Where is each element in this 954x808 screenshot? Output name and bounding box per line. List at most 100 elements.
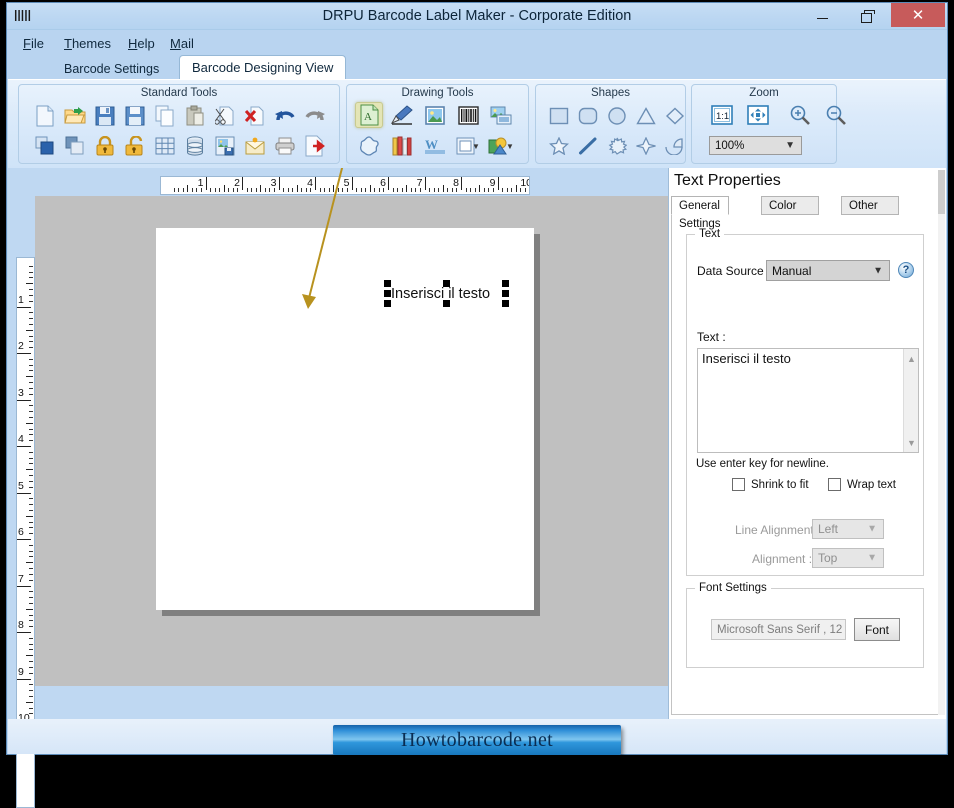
line-icon[interactable] [574,133,602,159]
ruler-tick-minor [29,416,33,418]
ruler-tick-minor [479,185,481,192]
undo-icon[interactable] [271,103,299,129]
rounded-rectangle-icon[interactable] [574,103,602,129]
watermark-icon[interactable]: W [421,133,449,159]
zoom-level-select[interactable]: 100% ▼ [709,136,802,155]
ellipse-icon[interactable] [603,103,631,129]
close-button[interactable]: ✕ [891,3,945,27]
ruler-tick-minor [29,434,33,436]
text-input-area[interactable]: Inserisci il testo ▲ ▼ [697,348,919,453]
minimize-icon [816,18,828,19]
resize-handle-ne[interactable] [502,280,509,287]
ruler-tick-minor [26,422,33,424]
exit-icon[interactable] [301,133,329,159]
tab-barcode-settings[interactable]: Barcode Settings [52,58,171,80]
textarea-scrollbar[interactable]: ▲ ▼ [903,349,918,452]
new-document-icon[interactable] [31,103,59,129]
scroll-down-icon[interactable]: ▼ [904,435,919,450]
pie-icon[interactable] [661,133,689,159]
design-canvas[interactable]: Inserisci il testo [35,196,668,686]
symbol-dropdown-icon[interactable]: ▼ [487,133,515,159]
canvas-text-object[interactable]: Inserisci il testo [384,280,509,307]
zoom-out-icon[interactable] [822,102,850,128]
print-icon[interactable] [271,133,299,159]
resize-handle-w[interactable] [384,290,391,297]
menu-item-themes[interactable]: Themes [60,34,115,53]
shrink-to-fit-checkbox[interactable]: Shrink to fit [732,478,809,491]
resize-handle-s[interactable] [443,300,450,307]
svg-text:A: A [364,111,372,123]
ruler-tick-minor [210,188,212,192]
scrollbar-thumb[interactable] [938,170,945,214]
resize-handle-nw[interactable] [384,280,391,287]
fit-to-window-icon[interactable] [744,102,772,128]
barcode-tool-icon[interactable] [454,102,482,128]
lock-icon[interactable] [91,133,119,159]
burst-icon[interactable] [603,133,631,159]
menu-item-file[interactable]: File [19,34,48,53]
minimize-button[interactable] [800,4,844,26]
ruler-tick-minor [223,185,225,192]
ruler-tick-minor [219,188,221,192]
diamond-icon[interactable] [661,103,689,129]
signature-tool-icon[interactable] [388,102,416,128]
email-icon[interactable] [241,133,269,159]
picture-tool-icon[interactable] [421,102,449,128]
tab-general-settings[interactable]: General Settings [671,196,729,230]
copy-icon[interactable] [151,103,179,129]
rectangle-icon[interactable] [545,103,573,129]
send-to-back-icon[interactable] [61,133,89,159]
help-icon[interactable]: ? [898,262,914,278]
frame-dropdown-icon[interactable]: ▼ [454,133,482,159]
resize-handle-e[interactable] [502,290,509,297]
star-icon[interactable] [545,133,573,159]
delete-icon[interactable] [241,103,269,129]
database-icon[interactable] [181,133,209,159]
save-icon[interactable] [91,103,119,129]
data-source-select[interactable]: Manual ▼ [766,260,890,281]
ruler-tick-minor [356,188,358,192]
unlock-icon[interactable] [121,133,149,159]
menu-item-help[interactable]: Help [124,34,159,53]
menu-item-mail[interactable]: Mail [166,34,198,53]
scroll-up-icon[interactable]: ▲ [904,351,919,366]
text-tool-icon[interactable]: A [355,102,383,128]
ruler-tick-minor [29,672,33,674]
label-page[interactable]: Inserisci il testo [156,228,534,610]
resize-handle-se[interactable] [502,300,509,307]
open-folder-icon[interactable] [61,103,89,129]
properties-panel-scrollbar[interactable] [938,170,945,715]
line-alignment-select[interactable]: Left ▼ [812,519,884,539]
actual-size-icon[interactable]: 1:1 [708,102,736,128]
triangle-icon[interactable] [632,103,660,129]
star-shape-icon[interactable] [355,133,383,159]
maximize-button[interactable] [845,4,889,26]
ruler-tick-minor [29,626,33,628]
export-image-icon[interactable] [211,133,239,159]
tab-barcode-designing-view[interactable]: Barcode Designing View [179,55,347,80]
resize-handle-sw[interactable] [384,300,391,307]
library-icon[interactable] [388,133,416,159]
save-as-icon[interactable] [121,103,149,129]
font-button[interactable]: Font [854,618,900,641]
font-settings-legend: Font Settings [695,582,771,594]
alignment-select[interactable]: Top ▼ [812,548,884,568]
cut-icon[interactable] [211,103,239,129]
ruler-tick-minor [374,188,376,192]
grid-icon[interactable] [151,133,179,159]
ruler-tick-minor [29,666,33,668]
tab-other-settings[interactable]: Other Settings [841,196,899,230]
paste-icon[interactable] [181,103,209,129]
bring-to-front-icon[interactable] [31,133,59,159]
redo-icon[interactable] [301,103,329,129]
tab-color-settings[interactable]: Color Settings [761,196,819,230]
ruler-label: 4 [18,433,24,445]
four-point-star-icon[interactable] [632,133,660,159]
ruler-tick-minor [29,597,33,599]
ruler-tick-minor [365,188,367,192]
wrap-text-checkbox[interactable]: Wrap text [828,478,896,491]
zoom-in-icon[interactable] [786,102,814,128]
resize-handle-n[interactable] [443,280,450,287]
image-frame-icon[interactable] [487,102,515,128]
ruler-tick-minor [29,620,33,622]
